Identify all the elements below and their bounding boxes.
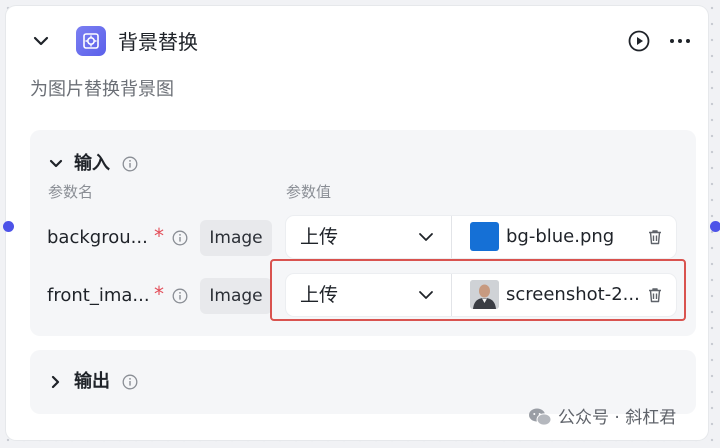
required-mark: * [154,282,164,306]
wechat-icon [529,408,552,426]
type-badge: Image [200,278,272,314]
image-magic-icon [76,26,106,56]
info-icon[interactable] [172,288,188,304]
info-icon[interactable] [122,156,138,172]
input-section-title: 输入 [74,153,110,174]
chevron-right-icon[interactable] [48,374,64,390]
output-port[interactable] [710,221,720,232]
param-name: front_ima... [47,285,150,306]
play-icon[interactable] [628,30,650,52]
chevron-down-icon[interactable] [48,156,64,172]
param-value-box: 上传 bg-blue.png [286,216,676,258]
node-title: 背景替换 [118,30,198,54]
type-badge: Image [200,220,272,256]
highlight-annotation [270,259,686,321]
more-icon[interactable] [668,30,692,52]
chevron-down-icon [419,233,433,241]
param-name-header: 参数名 [48,183,94,201]
required-mark: * [154,224,164,248]
file-name[interactable]: bg-blue.png [506,224,614,250]
info-icon[interactable] [172,230,188,246]
node-header: 背景替换 [6,26,708,58]
info-icon[interactable] [122,374,138,390]
file-thumbnail [470,222,499,251]
trash-icon[interactable] [646,228,664,246]
node-card: 背景替换 为图片替换背景图 输入 参数名 参数值 backgrou... * I… [3,6,720,440]
param-name: backgrou... [47,227,148,248]
chevron-down-icon[interactable] [32,32,50,50]
param-value-header: 参数值 [286,183,332,201]
node-description: 为图片替换背景图 [30,79,174,100]
upload-mode-label: 上传 [300,226,339,248]
watermark-text: 公众号 · 斜杠君 [558,408,677,428]
param-row-background: backgrou... * Image 上传 bg-blue.png [30,216,696,260]
upload-mode-select[interactable]: 上传 [286,216,450,258]
divider [451,216,452,258]
input-port[interactable] [3,221,14,232]
output-section-title: 输出 [74,371,110,392]
